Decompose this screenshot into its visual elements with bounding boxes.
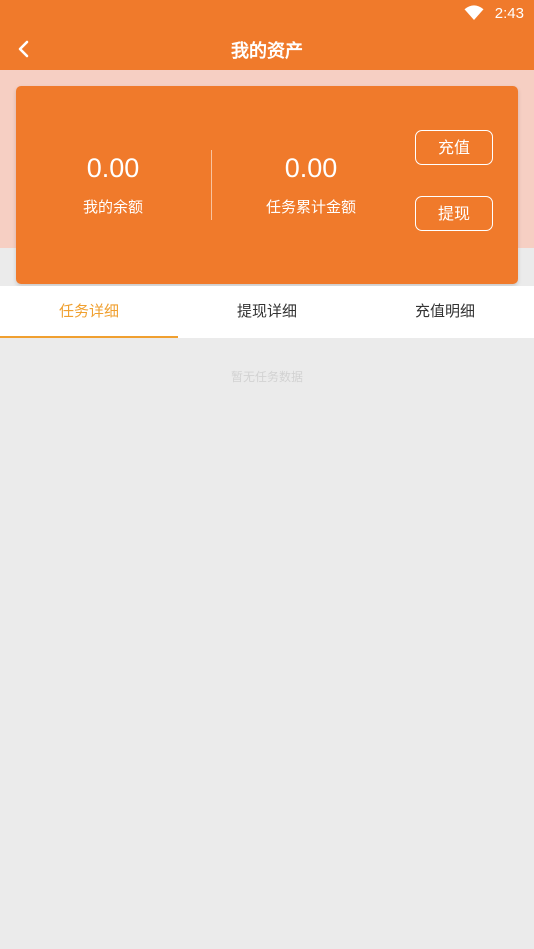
- task-total-stat: 0.00 任务累计金额: [216, 150, 406, 217]
- tab-recharge-details[interactable]: 充值明细: [356, 286, 534, 338]
- asset-summary-card: 0.00 我的余额 0.00 任务累计金额 充值 提现: [16, 86, 518, 284]
- withdraw-button[interactable]: 提现: [415, 196, 493, 231]
- tab-withdraw-details[interactable]: 提现详细: [178, 286, 356, 338]
- recharge-button[interactable]: 充值: [415, 130, 493, 165]
- balance-stat: 0.00 我的余额: [18, 150, 208, 217]
- app-bar: 我的资产: [0, 28, 534, 70]
- status-time: 2:43: [494, 5, 524, 22]
- wifi-icon: [464, 5, 484, 20]
- task-total-label: 任务累计金额: [265, 198, 356, 216]
- stat-divider: [211, 150, 212, 220]
- balance-amount: 0.00: [86, 153, 140, 183]
- balance-label: 我的余额: [82, 198, 143, 216]
- task-total-amount: 0.00: [284, 153, 338, 183]
- empty-state-message: 暂无任务数据: [230, 370, 303, 384]
- status-bar: 2:43: [0, 0, 534, 28]
- tab-task-details[interactable]: 任务详细: [0, 286, 178, 338]
- page-title: 我的资产: [231, 41, 303, 62]
- detail-tabs: 任务详细 提现详细 充值明细: [0, 286, 534, 338]
